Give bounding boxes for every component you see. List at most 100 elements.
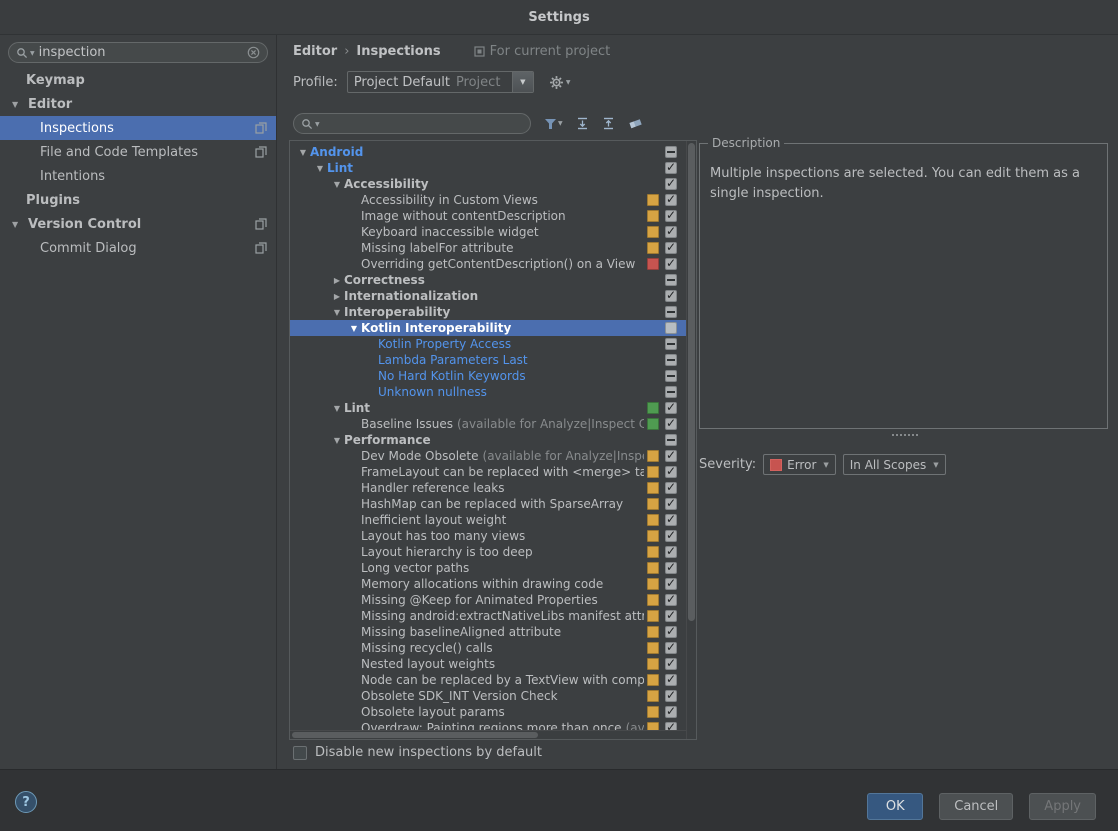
- inspection-checkbox[interactable]: [665, 512, 677, 526]
- tree-row-internationalization[interactable]: ▶ Internationalization: [290, 288, 696, 304]
- expand-node-icon[interactable]: ▶: [330, 292, 344, 301]
- tree-row-obsolete-layout-params[interactable]: Obsolete layout params: [290, 704, 696, 720]
- inspection-checkbox[interactable]: [665, 496, 677, 510]
- tree-row-image-without-contentdescription[interactable]: Image without contentDescription: [290, 208, 696, 224]
- sidebar-item-intentions[interactable]: Intentions: [0, 164, 276, 188]
- scope-combo[interactable]: In All Scopes ▼: [842, 454, 946, 475]
- sidebar-item-version-control[interactable]: ▼ Version Control: [0, 212, 276, 236]
- profile-combo[interactable]: Project Default Project ▼: [346, 71, 534, 93]
- tree-row-obsolete-sdk-int-version-check[interactable]: Obsolete SDK_INT Version Check: [290, 688, 696, 704]
- inspection-checkbox[interactable]: [665, 274, 677, 286]
- inspection-checkbox[interactable]: [665, 448, 677, 462]
- tree-row-missing-keep-for-animated-properties[interactable]: Missing @Keep for Animated Properties: [290, 592, 696, 608]
- collapse-node-icon[interactable]: ▼: [330, 436, 344, 445]
- tree-row-kotlin-property-access[interactable]: Kotlin Property Access: [290, 336, 696, 352]
- collapse-node-icon[interactable]: ▼: [330, 308, 344, 317]
- tree-row-dev-mode-obsolete[interactable]: Dev Mode Obsolete (available for Analyze|…: [290, 448, 696, 464]
- splitter-handle[interactable]: [892, 434, 918, 436]
- inspection-checkbox[interactable]: [665, 160, 677, 174]
- inspection-checkbox[interactable]: [665, 192, 677, 206]
- inspection-checkbox[interactable]: [665, 592, 677, 606]
- sidebar-item-plugins[interactable]: Plugins: [0, 188, 276, 212]
- sidebar-item-editor[interactable]: ▼ Editor: [0, 92, 276, 116]
- severity-combo[interactable]: Error ▼: [763, 454, 836, 475]
- inspection-checkbox[interactable]: [665, 434, 677, 446]
- tree-row-lint[interactable]: ▼ Lint: [290, 400, 696, 416]
- inspection-checkbox[interactable]: [665, 528, 677, 542]
- tree-row-missing-recycle-calls[interactable]: Missing recycle() calls: [290, 640, 696, 656]
- inspection-checkbox[interactable]: [665, 640, 677, 654]
- tree-row-nested-layout-weights[interactable]: Nested layout weights: [290, 656, 696, 672]
- tree-row-lambda-parameters-last[interactable]: Lambda Parameters Last: [290, 352, 696, 368]
- tree-row-overriding-getcontentdescription-on-a-view[interactable]: Overriding getContentDescription() on a …: [290, 256, 696, 272]
- tree-row-missing-android-extractnativelibs-manifest-attr[interactable]: Missing android:extractNativeLibs manife…: [290, 608, 696, 624]
- tree-row-inefficient-layout-weight[interactable]: Inefficient layout weight: [290, 512, 696, 528]
- inspection-checkbox[interactable]: [665, 338, 677, 350]
- tree-row-long-vector-paths[interactable]: Long vector paths: [290, 560, 696, 576]
- inspection-checkbox[interactable]: [665, 288, 677, 302]
- tree-row-performance[interactable]: ▼ Performance: [290, 432, 696, 448]
- inspection-checkbox[interactable]: [665, 576, 677, 590]
- inspection-checkbox[interactable]: [665, 544, 677, 558]
- inspection-checkbox[interactable]: [665, 400, 677, 414]
- inspection-checkbox[interactable]: [665, 354, 677, 366]
- inspection-checkbox[interactable]: [665, 386, 677, 398]
- tree-row-layout-has-too-many-views[interactable]: Layout has too many views: [290, 528, 696, 544]
- inspection-checkbox[interactable]: [665, 306, 677, 318]
- inspection-checkbox[interactable]: [665, 704, 677, 718]
- tree-row-android[interactable]: ▼ Android: [290, 144, 696, 160]
- inspection-checkbox[interactable]: [665, 656, 677, 670]
- inspection-checkbox[interactable]: [665, 208, 677, 222]
- inspection-checkbox[interactable]: [665, 560, 677, 574]
- tree-row-memory-allocations-within-drawing-code[interactable]: Memory allocations within drawing code: [290, 576, 696, 592]
- search-history-arrow-icon[interactable]: ▼: [30, 50, 35, 57]
- tree-row-keyboard-inaccessible-widget[interactable]: Keyboard inaccessible widget: [290, 224, 696, 240]
- search-history-arrow-icon[interactable]: ▼: [315, 121, 320, 128]
- inspection-checkbox[interactable]: [665, 464, 677, 478]
- tree-row-framelayout-can-be-replaced-with-merge-ta[interactable]: FrameLayout can be replaced with <merge>…: [290, 464, 696, 480]
- tree-row-accessibility[interactable]: ▼ Accessibility: [290, 176, 696, 192]
- expand-arrow-icon[interactable]: ▼: [12, 100, 28, 109]
- tree-row-no-hard-kotlin-keywords[interactable]: No Hard Kotlin Keywords: [290, 368, 696, 384]
- collapse-node-icon[interactable]: ▼: [330, 404, 344, 413]
- inspections-search-field[interactable]: ▼: [293, 113, 531, 134]
- expand-arrow-icon[interactable]: ▼: [12, 220, 28, 229]
- inspection-checkbox[interactable]: [665, 672, 677, 686]
- collapse-node-icon[interactable]: ▼: [347, 324, 361, 333]
- inspection-checkbox[interactable]: [665, 322, 677, 334]
- inspection-checkbox[interactable]: [665, 608, 677, 622]
- filter-button[interactable]: ▼: [544, 118, 563, 130]
- cancel-button[interactable]: Cancel: [939, 793, 1014, 820]
- tree-row-interoperability[interactable]: ▼ Interoperability: [290, 304, 696, 320]
- tree-row-missing-baselinealigned-attribute[interactable]: Missing baselineAligned attribute: [290, 624, 696, 640]
- disable-new-inspections-checkbox[interactable]: [293, 745, 307, 760]
- sidebar-item-keymap[interactable]: Keymap: [0, 68, 276, 92]
- tree-row-baseline-issues[interactable]: Baseline Issues (available for Analyze|In…: [290, 416, 696, 432]
- help-button[interactable]: ?: [15, 791, 37, 813]
- horizontal-scrollbar[interactable]: [290, 730, 686, 739]
- profile-combo-arrow[interactable]: ▼: [511, 72, 533, 92]
- collapse-node-icon[interactable]: ▼: [313, 164, 327, 173]
- inspection-checkbox[interactable]: [665, 240, 677, 254]
- clear-icon[interactable]: [247, 46, 260, 59]
- sidebar-search-field[interactable]: ▼ inspection: [8, 42, 268, 63]
- inspection-checkbox[interactable]: [665, 624, 677, 638]
- expand-all-button[interactable]: [576, 117, 589, 130]
- collapse-node-icon[interactable]: ▼: [296, 148, 310, 157]
- tree-row-hashmap-can-be-replaced-with-sparsearray[interactable]: HashMap can be replaced with SparseArray: [290, 496, 696, 512]
- inspection-checkbox[interactable]: [665, 146, 677, 158]
- vertical-scrollbar[interactable]: [686, 141, 696, 739]
- inspection-checkbox[interactable]: [665, 176, 677, 190]
- collapse-node-icon[interactable]: ▼: [330, 180, 344, 189]
- inspection-checkbox[interactable]: [665, 224, 677, 238]
- reset-button[interactable]: [628, 117, 643, 130]
- tree-row-kotlin-interoperability[interactable]: ▼ Kotlin Interoperability: [290, 320, 696, 336]
- tree-row-missing-labelfor-attribute[interactable]: Missing labelFor attribute: [290, 240, 696, 256]
- sidebar-item-file-and-code-templates[interactable]: File and Code Templates: [0, 140, 276, 164]
- ok-button[interactable]: OK: [867, 793, 924, 820]
- collapse-all-button[interactable]: [602, 117, 615, 130]
- tree-row-correctness[interactable]: ▶ Correctness: [290, 272, 696, 288]
- sidebar-search-input[interactable]: inspection: [39, 45, 247, 60]
- inspection-checkbox[interactable]: [665, 688, 677, 702]
- tree-row-node-can-be-replaced-by-a-textview-with-comp[interactable]: Node can be replaced by a TextView with …: [290, 672, 696, 688]
